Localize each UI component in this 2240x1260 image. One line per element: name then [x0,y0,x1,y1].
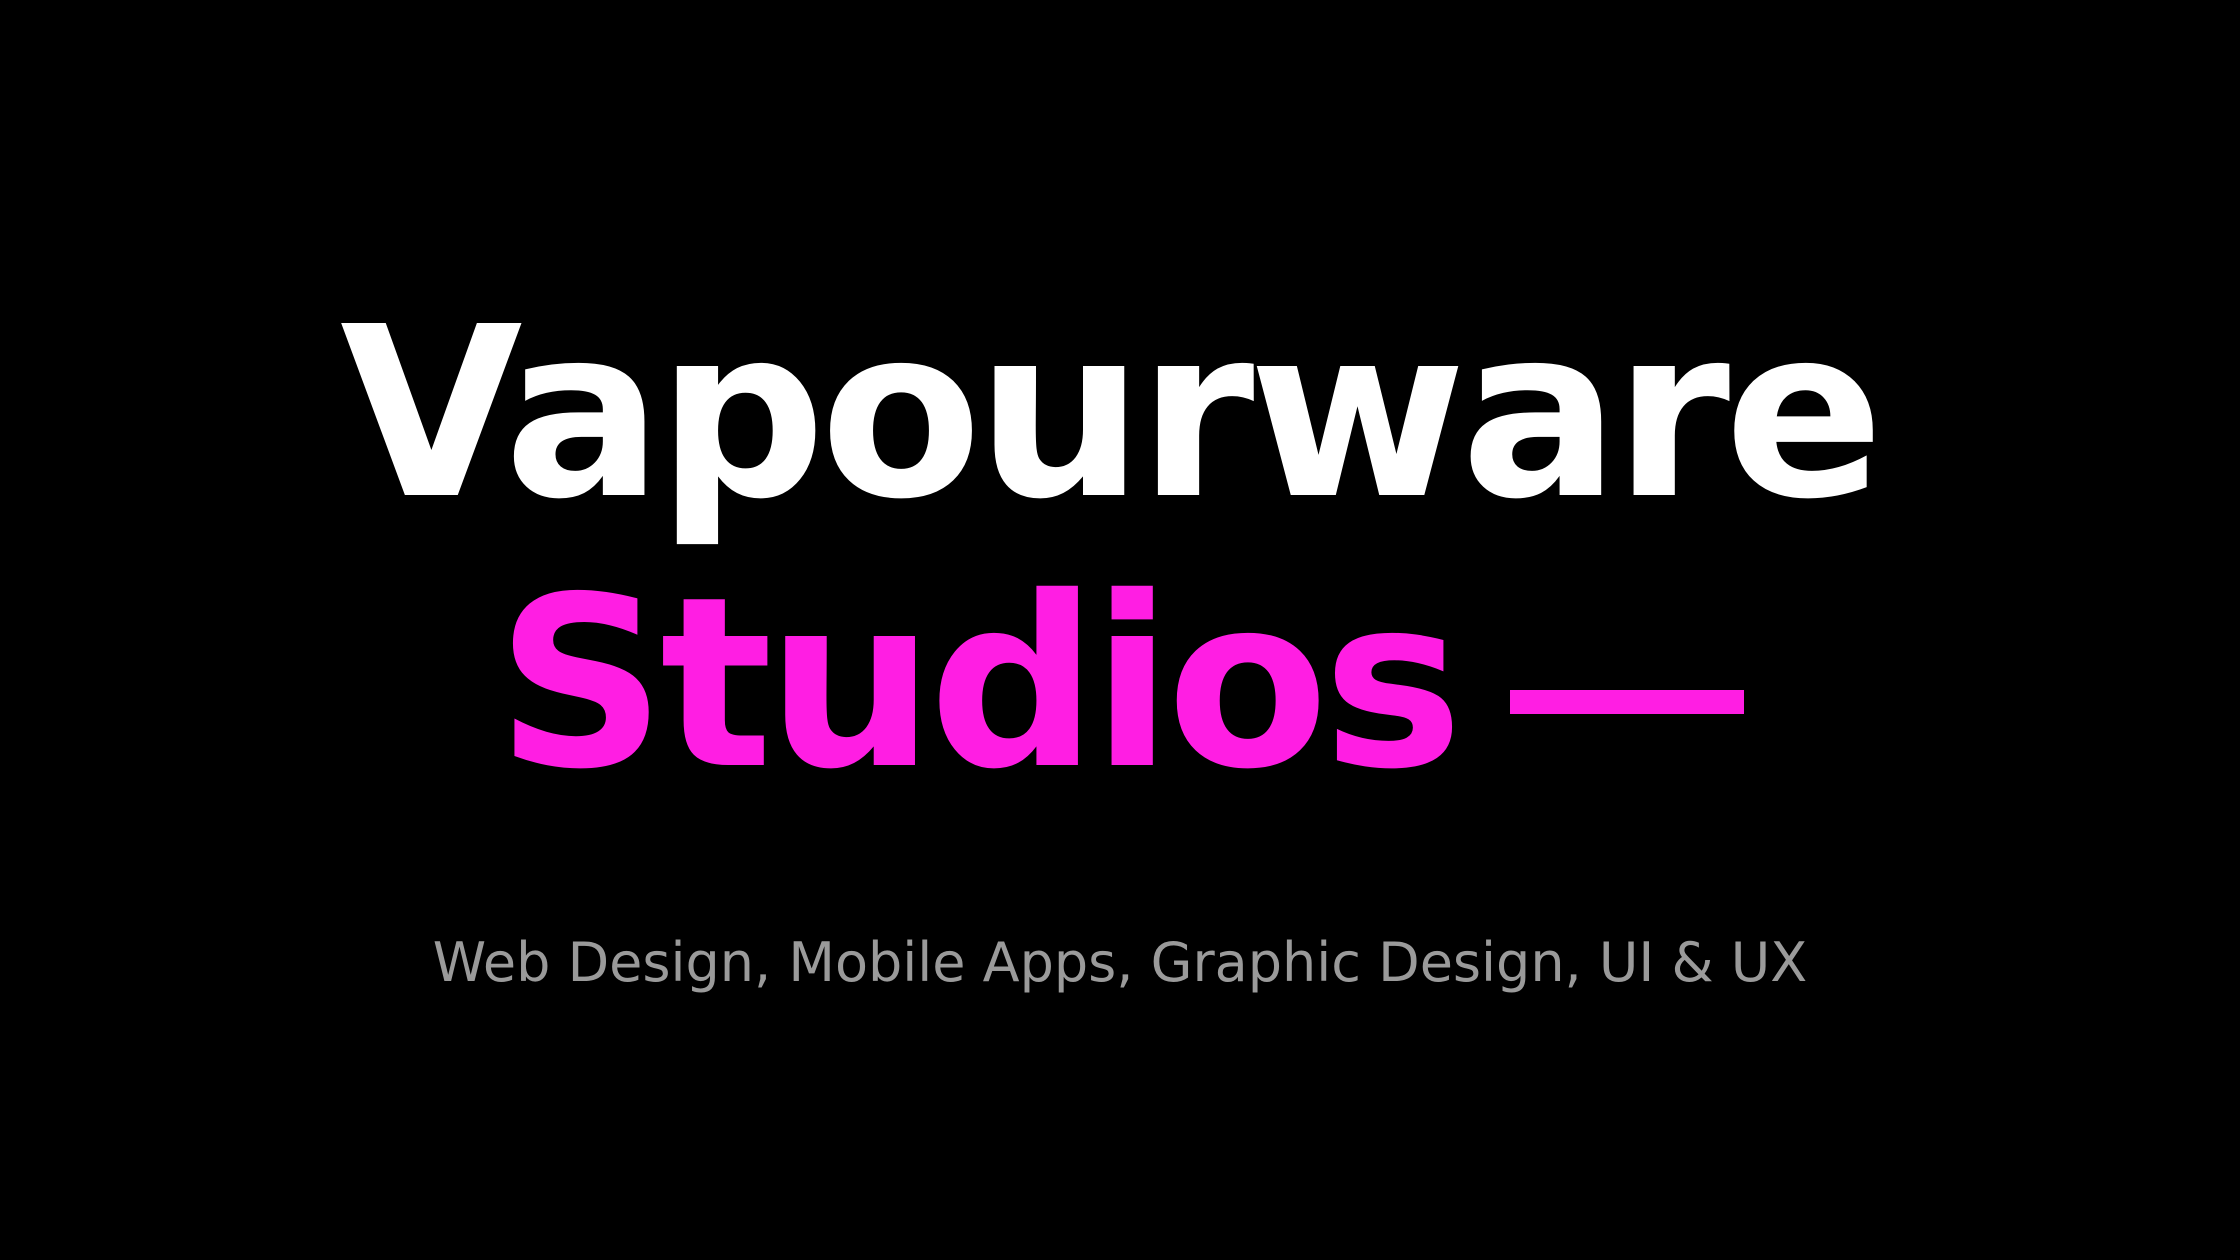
em-dash-icon [1510,690,1744,714]
services-tagline: Web Design, Mobile Apps, Graphic Design,… [432,931,1808,994]
headline-vapourware: Vapourware [340,276,1884,551]
headline-studios: Studios [496,546,1463,821]
title-slide: Vapourware Studios Web Design, Mobile Ap… [0,0,2240,1260]
